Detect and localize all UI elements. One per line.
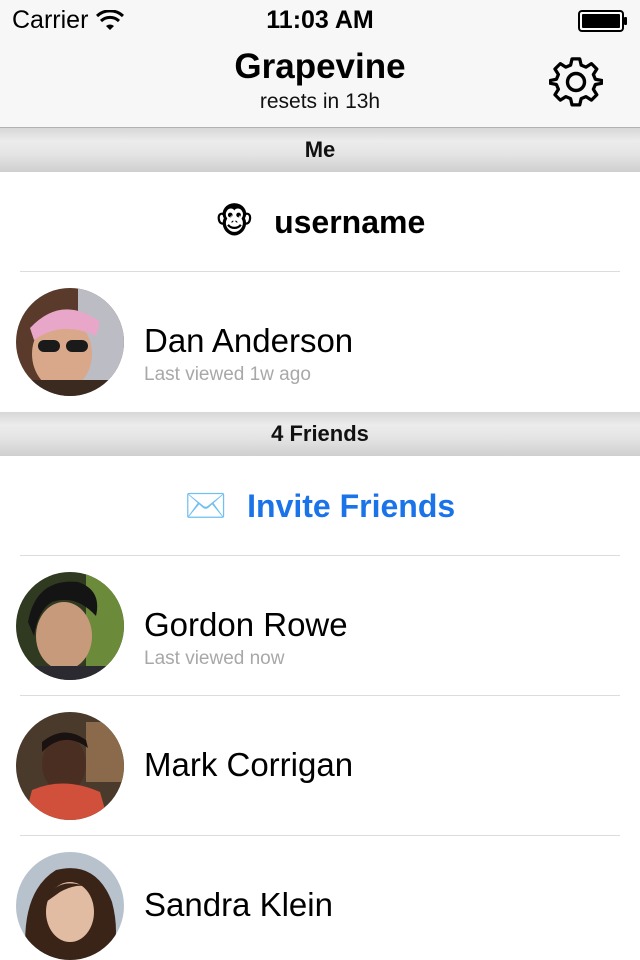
section-header-me: Me [0,128,640,172]
last-viewed-text: Last viewed now [144,648,285,669]
username-row[interactable]: 🐵 username [0,172,640,272]
last-viewed-text: Last viewed 1w ago [144,364,311,385]
clock: 11:03 AM [266,6,374,34]
avatar [16,852,124,960]
section-header-friends: 4 Friends [0,412,640,456]
invite-friends-button[interactable]: Invite Friends [247,488,455,525]
person-name: Dan Anderson [144,322,354,359]
invite-friends-row[interactable]: ✉️ Invite Friends [0,456,640,556]
person-name: Gordon Rowe [144,606,348,643]
username-label: username [274,203,426,240]
gear-icon [549,57,603,107]
avatar [16,572,124,680]
page-subtitle: resets in 13h [259,90,381,113]
page-title: Grapevine [234,47,406,86]
settings-button[interactable] [548,54,604,110]
friend-row[interactable]: Mark Corrigan [0,696,640,836]
status-bar: Carrier 11:03 AM [0,0,640,40]
person-name: Sandra Klein [144,886,333,923]
friend-row[interactable]: Sandra Klein [0,836,640,960]
profile-row-me[interactable]: Dan Anderson Last viewed 1w ago [0,272,640,412]
monkey-icon: 🐵 [214,203,255,241]
person-name: Mark Corrigan [144,746,354,783]
friend-row[interactable]: Gordon Rowe Last viewed now [0,556,640,696]
avatar [16,712,124,820]
battery-icon [578,10,627,32]
avatar [16,288,124,396]
navigation-bar: Grapevine resets in 13h [0,40,640,128]
envelope-icon: ✉️ [184,487,228,525]
